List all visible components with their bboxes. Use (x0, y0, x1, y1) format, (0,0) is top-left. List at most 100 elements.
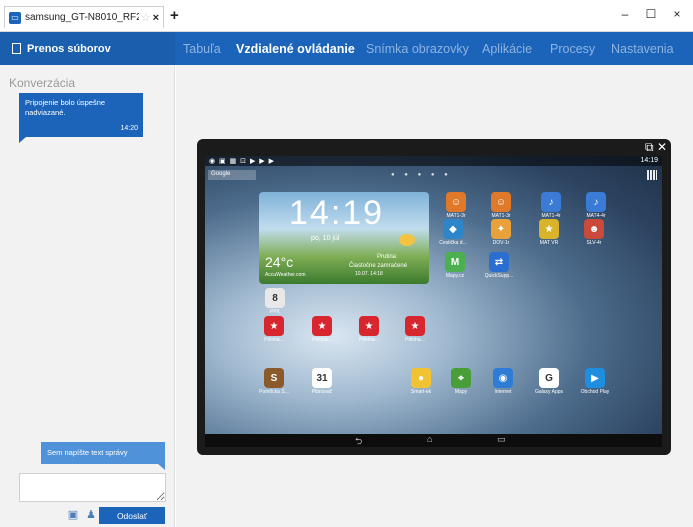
app-label: Priloha... (264, 337, 284, 343)
app-icon: ★ (405, 316, 425, 336)
app-shortcut[interactable]: ★ Priloha... (303, 316, 341, 343)
app-shortcut[interactable]: ⌖ Mapy (442, 368, 480, 395)
app-shortcut[interactable]: ✦ DOV-1r (482, 219, 520, 246)
app-label: DOV-1r (492, 240, 510, 246)
app-icon: G (539, 368, 559, 388)
widget-source: AccuWeather.com (265, 272, 306, 278)
message-text: Pripojenie bolo úspešne nadviazané. (25, 98, 106, 117)
app-icon: ♪ (541, 192, 561, 212)
app-shortcut[interactable]: ◆ Cestička d... (434, 219, 472, 246)
app-icon: ★ (359, 316, 379, 336)
app-shortcut[interactable]: M Mapy.cz (436, 252, 474, 279)
widget-city: Prutina (377, 254, 397, 260)
app-shortcut[interactable]: ⇄ QuickSupp... (480, 252, 518, 279)
app-label: Pomôcka S... (259, 389, 289, 395)
star-icon[interactable]: ☆ (141, 11, 151, 24)
device-frame: ⧉ ✕ ◉ ▣ ▦ ⊡ ▶ ▶ ▶ 14:19 Google ● ● ● ● ●… (197, 139, 671, 455)
app-shortcut[interactable]: G Galaxy Apps (530, 368, 568, 395)
app-icon: ▶ (585, 368, 605, 388)
app-label: Priloha... (359, 337, 379, 343)
title-bar: ▭ samsung_GT-N8010_RF2DB107KNV ☆ × + – ☐… (0, 0, 693, 32)
incoming-message: Pripojenie bolo úspešne nadviazané. 14:2… (19, 93, 143, 143)
maximize-button[interactable]: ☐ (641, 7, 661, 21)
app-shortcut[interactable]: ◉ Internet (484, 368, 522, 395)
browser-tab[interactable]: ▭ samsung_GT-N8010_RF2DB107KNV ☆ × (4, 6, 164, 28)
google-search-bar[interactable]: Google (208, 170, 256, 180)
app-icon: ⇄ (489, 252, 509, 272)
status-bar: ◉ ▣ ▦ ⊡ ▶ ▶ ▶ 14:19 (205, 156, 662, 166)
close-window-button[interactable]: × (667, 7, 687, 21)
app-shortcut[interactable]: 31 Plánovač (303, 368, 341, 395)
tab-title: samsung_GT-N8010_RF2DB107KNV (25, 12, 139, 23)
app-label: Cestička d... (439, 240, 467, 246)
document-icon (12, 43, 21, 54)
app-icon: ☺ (446, 192, 466, 212)
back-key[interactable]: ⮌ (355, 434, 362, 447)
recent-apps-key[interactable]: ▭ (497, 434, 506, 445)
apps-grid-icon[interactable] (647, 170, 657, 180)
screen-icon: ▭ (9, 11, 21, 24)
device-screen[interactable]: ◉ ▣ ▦ ⊡ ▶ ▶ ▶ 14:19 Google ● ● ● ● ● 14:… (205, 156, 662, 447)
app-shortcut[interactable]: S Pomôcka S... (255, 368, 293, 395)
nav-tab-screenshot[interactable]: Snímka obrazovky (366, 42, 469, 56)
widget-condition: Čiastočne zamračené (349, 263, 408, 269)
app-icon: ◉ (493, 368, 513, 388)
new-tab-button[interactable]: + (170, 7, 179, 24)
app-icon: ☻ (584, 219, 604, 239)
app-label: SLV-4r (586, 240, 602, 246)
status-icons: ◉ ▣ ▦ ⊡ ▶ ▶ ▶ (209, 158, 276, 165)
app-label: QuickSupp... (484, 273, 514, 279)
app-shortcut[interactable]: ♪ MAT1-4r (532, 192, 570, 219)
app-icon: S (264, 368, 284, 388)
app-shortcut[interactable]: ☺ MAT1-3r (437, 192, 475, 219)
app-icon: ✦ (491, 219, 511, 239)
close-icon[interactable]: ✕ (657, 140, 667, 154)
device-nav-keys: ⮌ ⌂ ▭ (205, 434, 662, 447)
send-button[interactable]: Odoslať (99, 507, 165, 524)
nav-bar: Prenos súborov Tabuľa Vzdialené ovládani… (0, 32, 693, 65)
minimize-button[interactable]: – (615, 7, 635, 21)
message-time: 14:20 (120, 124, 138, 132)
nav-tab-apps[interactable]: Aplikácie (482, 42, 532, 56)
conversation-panel: Konverzácia Pripojenie bolo úspešne nadv… (0, 65, 175, 527)
app-icon: 31 (312, 368, 332, 388)
app-shortcut[interactable]: ▶ Obchod Play (576, 368, 614, 395)
app-icon: 8 (265, 288, 285, 308)
app-label: Priloha... (312, 337, 332, 343)
app-shortcut[interactable]: ★ Priloha... (255, 316, 293, 343)
image-icon[interactable]: ▣ (66, 508, 80, 521)
app-label: PPK (269, 309, 280, 315)
widget-temperature: 24°c (265, 254, 294, 270)
app-shortcut[interactable]: ● Smart-ek (402, 368, 440, 395)
app-icon: ★ (264, 316, 284, 336)
nav-tab-processes[interactable]: Procesy (550, 42, 595, 56)
tab-close-icon[interactable]: × (153, 12, 159, 24)
app-shortcut[interactable]: 8 PPK (256, 288, 294, 315)
app-icon: ★ (539, 219, 559, 239)
widget-updated: 10.07. 14:18 (355, 271, 383, 277)
popout-icon[interactable]: ⧉ (645, 140, 654, 155)
app-label: Internet (494, 389, 512, 395)
message-input[interactable] (19, 473, 166, 502)
app-label: Mapy (454, 389, 468, 395)
app-label: Galaxy Apps (534, 389, 564, 395)
nav-tab-tabula[interactable]: Tabuľa (183, 42, 221, 56)
status-time: 14:19 (640, 157, 658, 164)
app-icon: ☺ (491, 192, 511, 212)
nav-tab-settings[interactable]: Nastavenia (611, 42, 674, 56)
app-label: Priloha... (405, 337, 425, 343)
clock-weather-widget[interactable]: 14:19 po, 10 júl 24°c AccuWeather.com Pr… (259, 192, 429, 284)
app-shortcut[interactable]: ★ Priloha... (396, 316, 434, 343)
app-shortcut[interactable]: ☻ SLV-4r (575, 219, 613, 246)
device-toolbar: ⧉ ✕ (197, 139, 671, 155)
person-icon[interactable]: ♟ (84, 508, 98, 521)
app-label: Smart-ek (410, 389, 432, 395)
app-shortcut[interactable]: ★ Priloha... (350, 316, 388, 343)
app-shortcut[interactable]: ♪ MAT4-4r (577, 192, 615, 219)
app-shortcut[interactable]: ★ MAT VR (530, 219, 568, 246)
app-shortcut[interactable]: ☺ MAT1-3r (482, 192, 520, 219)
nav-tab-remote-control[interactable]: Vzdialené ovládanie (236, 42, 355, 56)
home-key[interactable]: ⌂ (427, 434, 432, 444)
app-icon: ★ (312, 316, 332, 336)
file-transfer-button[interactable]: Prenos súborov (0, 32, 175, 65)
